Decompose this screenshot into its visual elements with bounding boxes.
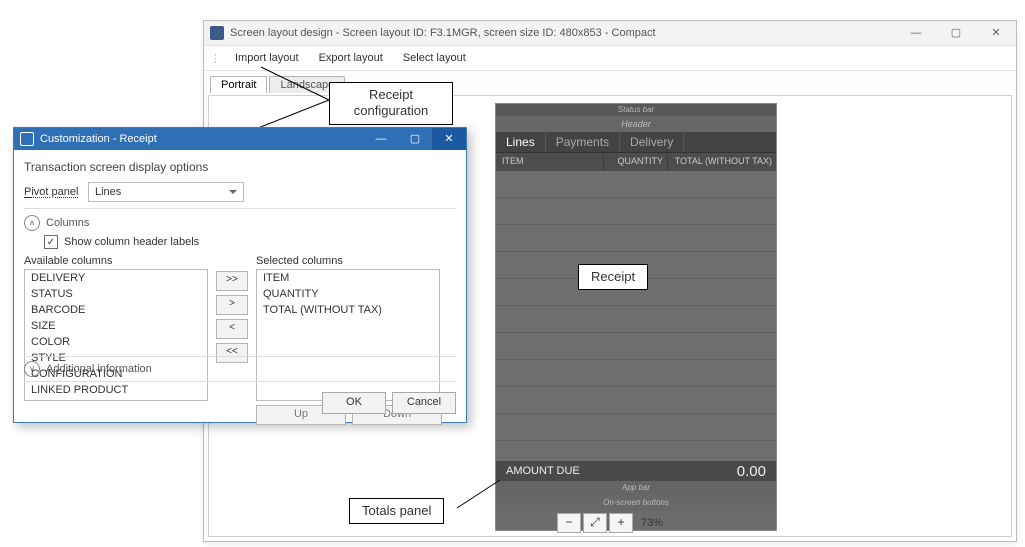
zoom-out-button[interactable]: − [557,513,581,533]
preview-receipt-row [496,171,776,198]
preview-column-headers: ITEM QUANTITY TOTAL (WITHOUT TAX) [496,153,776,171]
list-item[interactable]: BARCODE [25,302,207,318]
tab-portrait[interactable]: Portrait [210,76,267,93]
preview-header: Header [496,116,776,132]
list-item[interactable]: DELIVERY [25,270,207,286]
customization-dialog: Customization - Receipt — ▢ ✕ Transactio… [13,127,467,423]
dialog-titlebar[interactable]: Customization - Receipt — ▢ ✕ [14,128,466,150]
import-layout-button[interactable]: Import layout [227,52,307,64]
list-item[interactable]: STATUS [25,286,207,302]
list-item[interactable]: TOTAL (WITHOUT TAX) [257,302,439,318]
pivot-panel-label: Pivot panel [24,186,82,198]
callout-receipt: Receipt [578,264,648,290]
zoom-value: 73% [641,517,663,529]
list-item[interactable]: SIZE [25,318,207,334]
dialog-maximize-button[interactable]: ▢ [398,128,432,150]
chevron-up-icon: ˄ [24,215,40,231]
app-icon [210,26,224,40]
preview-col-total: TOTAL (WITHOUT TAX) [668,153,776,171]
preview-receipt-row [496,360,776,387]
preview-tab-delivery: Delivery [620,132,684,152]
export-layout-button[interactable]: Export layout [311,52,391,64]
dialog-title: Customization - Receipt [40,133,364,145]
select-layout-button[interactable]: Select layout [395,52,474,64]
zoom-fit-button[interactable]: ⤢ [583,513,607,533]
chevron-down-icon: ˅ [24,361,40,377]
preview-receipt-row [496,333,776,360]
additional-info-group[interactable]: ˅ Additional information [24,361,456,377]
amount-due-value: 0.00 [737,463,766,480]
add-all-button[interactable]: >> [216,271,248,291]
amount-due-label: AMOUNT DUE [506,465,580,477]
list-item[interactable]: OFFER ID [25,398,207,401]
available-caption: Available columns [24,255,208,267]
preview-totals-panel: AMOUNT DUE 0.00 [496,461,776,481]
dialog-section-title: Transaction screen display options [24,160,456,174]
remove-button[interactable]: < [216,319,248,339]
pivot-panel-select[interactable]: Lines [88,182,244,202]
preview-col-qty: QUANTITY [604,153,668,171]
zoom-in-button[interactable]: + [609,513,633,533]
preview-col-item: ITEM [496,153,604,171]
preview-tab-payments: Payments [546,132,620,152]
toolbar-grip-icon: ⋮ [210,52,221,65]
preview-receipt-row [496,306,776,333]
preview-receipt-row [496,198,776,225]
columns-group-header[interactable]: ˄ Columns [24,215,456,231]
preview-status-bar: Status bar [496,104,776,116]
add-button[interactable]: > [216,295,248,315]
preview-tab-lines: Lines [496,132,546,152]
window-titlebar: Screen layout design - Screen layout ID:… [204,21,1016,46]
preview-pivot-tabs: Lines Payments Delivery [496,132,776,153]
preview-receipt-row [496,414,776,441]
list-item[interactable]: COLOR [25,334,207,350]
callout-receipt-config: Receipt configuration [329,82,453,125]
preview-receipt-row [496,387,776,414]
zoom-controls: − ⤢ + 73% [557,513,663,533]
close-button[interactable]: ✕ [976,21,1016,45]
preview-receipt-row [496,225,776,252]
cancel-button[interactable]: Cancel [392,392,456,414]
list-item[interactable]: ITEM [257,270,439,286]
show-header-checkbox[interactable]: ✓ Show column header labels [44,235,456,249]
dialog-close-button[interactable]: ✕ [432,128,466,150]
minimize-button[interactable]: — [896,21,936,45]
ok-button[interactable]: OK [322,392,386,414]
list-item[interactable]: QUANTITY [257,286,439,302]
orientation-tabs: Portrait Landscape [204,71,1016,93]
maximize-button[interactable]: ▢ [936,21,976,45]
toolbar: ⋮ Import layout Export layout Select lay… [204,46,1016,71]
window-title: Screen layout design - Screen layout ID:… [230,21,896,45]
preview-receipt-rows [496,171,776,461]
show-header-label: Show column header labels [64,236,199,248]
checkbox-icon: ✓ [44,235,58,249]
preview-onscreen-buttons: On-screen buttons [496,495,776,511]
dialog-icon [20,132,34,146]
callout-totals-panel: Totals panel [349,498,444,524]
device-preview[interactable]: Status bar Header Lines Payments Deliver… [495,103,777,531]
dialog-minimize-button[interactable]: — [364,128,398,150]
preview-app-bar: App bar [496,481,776,495]
selected-caption: Selected columns [256,255,442,267]
